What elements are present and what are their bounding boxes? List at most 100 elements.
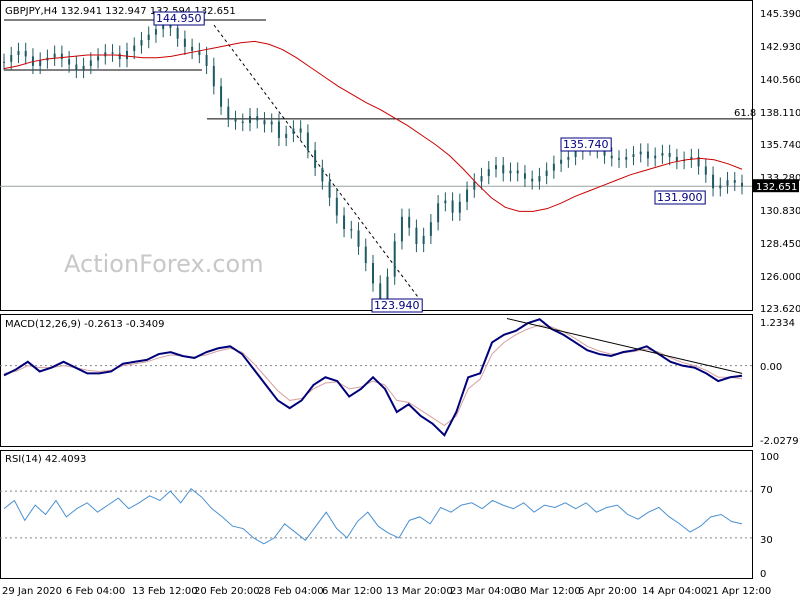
candle-body bbox=[328, 181, 331, 198]
candle-body bbox=[675, 156, 678, 162]
candle-body bbox=[118, 53, 121, 60]
x-tick-label: 29 Jan 2020 bbox=[2, 586, 62, 597]
candle-body bbox=[364, 246, 367, 264]
candle-body bbox=[154, 29, 157, 35]
label-135740: 135.740 bbox=[563, 138, 609, 151]
watermark-text: ActionForex.com bbox=[64, 250, 264, 278]
macd-tick-label: 0.00 bbox=[760, 362, 782, 373]
candle-body bbox=[53, 53, 56, 58]
macd-signal-line bbox=[3, 324, 743, 427]
candle-body bbox=[610, 155, 613, 159]
candle-body bbox=[646, 151, 649, 159]
candle-body bbox=[668, 152, 671, 157]
price-y-axis: 145.390 142.930 140.560 138.110 135.740 … bbox=[760, 9, 800, 315]
x-tick-label: 20 Feb 20:00 bbox=[194, 586, 260, 597]
candle-body bbox=[400, 216, 403, 242]
x-tick-label: 14 Apr 04:00 bbox=[642, 586, 707, 597]
candle-body bbox=[306, 132, 309, 151]
candle-body bbox=[299, 128, 302, 133]
candle-body bbox=[538, 176, 541, 182]
candle-body bbox=[560, 159, 563, 164]
label-144950: 144.950 bbox=[156, 12, 202, 25]
candle-body bbox=[183, 38, 186, 47]
price-tick-label: 138.110 bbox=[760, 108, 800, 119]
candle-body bbox=[386, 276, 389, 302]
candle-body bbox=[495, 165, 497, 170]
macd-panel-title: MACD(12,26,9) -0.2613 -0.3409 bbox=[5, 319, 165, 330]
macd-tick-label: -2.0279 bbox=[760, 436, 799, 447]
candle-body bbox=[429, 222, 432, 236]
candle-body bbox=[227, 106, 230, 119]
last-price-value: 132.651 bbox=[756, 182, 797, 193]
candle-body bbox=[393, 241, 396, 277]
candle-body bbox=[140, 40, 143, 46]
candle-body bbox=[567, 156, 570, 160]
label-131900: 131.900 bbox=[657, 191, 703, 204]
candle-body bbox=[531, 178, 534, 182]
candle-body bbox=[97, 56, 100, 61]
rsi-panel-frame bbox=[0, 450, 753, 579]
candle-body bbox=[176, 27, 179, 39]
candle-body bbox=[574, 151, 577, 157]
candle-body bbox=[712, 174, 715, 189]
rsi-tick-label: 100 bbox=[760, 452, 779, 463]
price-tick-label: 140.560 bbox=[760, 75, 800, 86]
candle-body bbox=[249, 116, 251, 123]
price-tick-label: 142.930 bbox=[760, 42, 800, 53]
price-tick-label: 123.620 bbox=[760, 304, 800, 315]
candle-body bbox=[10, 55, 13, 62]
x-axis: 29 Jan 2020 6 Feb 04:00 13 Feb 12:00 20 … bbox=[2, 586, 771, 597]
macd-lines bbox=[0, 318, 752, 437]
label-123940: 123.940 bbox=[374, 299, 420, 312]
candle-body bbox=[198, 50, 201, 56]
macd-tick-label: 1.2334 bbox=[760, 318, 795, 329]
candle-body bbox=[60, 53, 63, 60]
candle-body bbox=[487, 169, 490, 177]
rsi-tick-label: 70 bbox=[760, 485, 773, 496]
price-tick-label: 135.740 bbox=[760, 140, 800, 151]
candle-body bbox=[277, 121, 280, 138]
candle-body bbox=[726, 180, 729, 186]
candle-body bbox=[632, 154, 635, 157]
x-tick-label: 28 Feb 04:00 bbox=[258, 586, 324, 597]
x-tick-label: 23 Mar 04:00 bbox=[450, 586, 517, 597]
candle-body bbox=[191, 46, 194, 51]
candle-body bbox=[480, 176, 483, 182]
candle-body bbox=[89, 60, 92, 66]
candle-body bbox=[625, 156, 628, 160]
chart-canvas: ActionForex.com GBPJPY,H4 132.941 132.94… bbox=[0, 0, 800, 597]
candle-body bbox=[220, 86, 223, 107]
candle-body bbox=[270, 121, 273, 125]
candle-body bbox=[241, 121, 244, 123]
candle-body bbox=[147, 34, 150, 41]
rsi-lines bbox=[0, 488, 752, 545]
candle-body bbox=[39, 60, 42, 66]
candle-body bbox=[263, 120, 266, 125]
macd-trendline bbox=[506, 318, 743, 374]
candle-body bbox=[733, 180, 736, 183]
candle-body bbox=[654, 155, 657, 159]
candle-body bbox=[473, 181, 476, 190]
candle-body bbox=[256, 116, 259, 121]
candle-body bbox=[75, 64, 78, 70]
candle-body bbox=[415, 227, 418, 245]
candle-body bbox=[618, 158, 620, 160]
price-tick-label: 130.830 bbox=[760, 206, 800, 217]
candle-body bbox=[357, 230, 360, 247]
fib-label: 61.8 bbox=[734, 108, 756, 119]
price-tick-label: 128.450 bbox=[760, 239, 800, 250]
candle-body bbox=[545, 170, 548, 177]
candle-body bbox=[162, 25, 165, 30]
rsi-tick-label: 30 bbox=[760, 535, 773, 546]
candle-body bbox=[17, 50, 20, 56]
candle-body bbox=[458, 201, 461, 213]
candle-body bbox=[285, 133, 288, 138]
candle-body bbox=[104, 52, 107, 57]
candle-body bbox=[343, 215, 346, 230]
x-tick-label: 13 Mar 20:00 bbox=[386, 586, 453, 597]
candle-body bbox=[372, 263, 374, 284]
candle-body bbox=[437, 203, 440, 223]
candle-body bbox=[661, 152, 664, 156]
candle-body bbox=[169, 25, 172, 28]
rsi-line bbox=[3, 488, 743, 545]
